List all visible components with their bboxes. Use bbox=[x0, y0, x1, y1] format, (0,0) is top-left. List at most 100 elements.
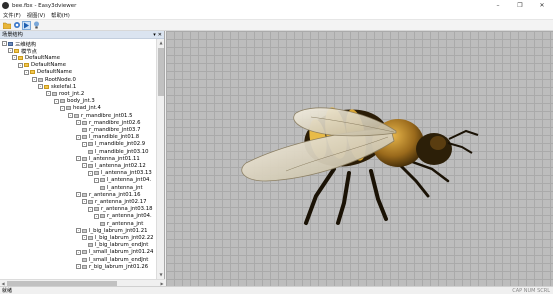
tree-item-label: head_jnt.4 bbox=[73, 105, 101, 112]
tree-item[interactable]: - head_jnt.4 bbox=[60, 105, 101, 112]
tree-item[interactable]: - r_mandibre_jnt01.5 bbox=[68, 112, 132, 119]
tree-item[interactable]: - l_antenna_jnt04. bbox=[94, 177, 151, 184]
node-icon bbox=[88, 142, 93, 147]
tree-item-label: skelefal.1 bbox=[51, 83, 77, 90]
expand-toggle-icon[interactable]: - bbox=[76, 156, 81, 162]
expand-toggle-icon[interactable]: - bbox=[24, 69, 29, 75]
menu-view[interactable]: 视图(V) bbox=[27, 11, 45, 19]
tree-item-label: r_antenna_jnt02.17 bbox=[95, 198, 147, 205]
minimize-button[interactable]: – bbox=[487, 0, 509, 11]
expand-toggle-icon[interactable]: - bbox=[46, 91, 51, 97]
expand-toggle-icon[interactable]: - bbox=[76, 264, 81, 270]
tree-item[interactable]: - root_jnt.2 bbox=[46, 90, 84, 97]
tree-item[interactable]: - 模节点 bbox=[8, 47, 37, 55]
expand-toggle-icon[interactable]: - bbox=[18, 62, 23, 68]
expand-toggle-icon[interactable]: - bbox=[82, 235, 87, 241]
expand-toggle-icon[interactable]: - bbox=[88, 206, 93, 212]
expand-toggle-icon[interactable]: - bbox=[94, 177, 99, 183]
menu-help[interactable]: 帮助(H) bbox=[51, 11, 70, 19]
tree-item-label: root_jnt.2 bbox=[59, 90, 85, 97]
tree-item[interactable]: l_small_labrum_endJnt bbox=[82, 256, 148, 263]
tree-item[interactable]: - skelefal.1 bbox=[38, 83, 76, 90]
tree-item-label: l_mandible_jnt03.10 bbox=[95, 148, 149, 155]
tree-item[interactable]: - RootNode.0 bbox=[32, 76, 76, 83]
node-icon bbox=[100, 221, 105, 226]
tree-item[interactable]: - l_antenna_jnt01.11 bbox=[76, 155, 140, 162]
tree-item[interactable]: l_mandible_jnt03.10 bbox=[88, 148, 149, 155]
tree-horizontal-scrollbar[interactable]: ◀ ▶ bbox=[0, 279, 165, 286]
scroll-down-icon[interactable]: ▼ bbox=[158, 272, 164, 278]
panel-close-icon[interactable]: ✕ bbox=[158, 32, 162, 38]
pin-icon[interactable]: ▾ bbox=[153, 32, 156, 38]
light-button[interactable] bbox=[32, 21, 41, 30]
expand-toggle-icon[interactable]: - bbox=[76, 120, 81, 126]
tree-item[interactable]: - r_antenna_jnt04. bbox=[94, 213, 152, 220]
node-icon bbox=[74, 113, 79, 118]
tree-item[interactable]: - DefaultName bbox=[12, 54, 60, 61]
play-icon bbox=[24, 22, 29, 28]
tree-item[interactable]: r_antenna_jnt bbox=[100, 220, 143, 227]
restore-button[interactable]: ❐ bbox=[509, 0, 531, 11]
tree-item[interactable]: - l_antenna_jnt03.13 bbox=[88, 170, 152, 177]
play-button[interactable] bbox=[22, 20, 31, 30]
open-button[interactable] bbox=[2, 21, 11, 30]
tree-item-label: r_antenna_jnt bbox=[107, 220, 144, 227]
tree-item-label: l_small_labrum_jnt01.24 bbox=[89, 249, 154, 256]
tree-item[interactable]: - l_big_labrum_jnt01.21 bbox=[76, 227, 147, 234]
close-button[interactable]: ✕ bbox=[531, 0, 553, 11]
node-icon bbox=[38, 77, 43, 82]
tree-vertical-scrollbar[interactable]: ▲ ▼ bbox=[156, 39, 164, 279]
tree-item[interactable]: - r_antenna_jnt02.17 bbox=[82, 198, 146, 205]
expand-toggle-icon[interactable]: - bbox=[82, 163, 87, 169]
tree-item-label: r_mandibre_jnt03.7 bbox=[89, 126, 141, 133]
tree-item[interactable]: - l_mandible_jnt01.8 bbox=[76, 134, 139, 141]
tree-item[interactable]: l_big_labrum_endJnt bbox=[88, 242, 148, 249]
expand-toggle-icon[interactable]: - bbox=[76, 249, 81, 255]
tree-item[interactable]: - r_big_labrum_jnt01.26 bbox=[76, 263, 148, 270]
node-icon bbox=[88, 163, 93, 168]
expand-toggle-icon[interactable]: - bbox=[12, 55, 17, 61]
tree-item[interactable]: l_antenna_jnt bbox=[100, 184, 143, 191]
expand-toggle-icon[interactable]: - bbox=[68, 113, 73, 119]
expand-toggle-icon[interactable]: - bbox=[8, 48, 13, 54]
tree-item-label: r_mandibre_jnt01.5 bbox=[81, 112, 133, 119]
tree-item[interactable]: - l_small_labrum_jnt01.24 bbox=[76, 249, 153, 256]
node-icon bbox=[94, 207, 99, 212]
tree-item[interactable]: - l_antenna_jnt02.12 bbox=[82, 162, 146, 169]
tree-item[interactable]: r_mandibre_jnt03.7 bbox=[82, 126, 140, 133]
tree-item[interactable]: - body_jnt.3 bbox=[54, 98, 95, 105]
expand-toggle-icon[interactable]: - bbox=[82, 199, 87, 205]
close-icon: ✕ bbox=[539, 2, 545, 9]
tree-item-label: l_antenna_jnt bbox=[107, 184, 143, 191]
3d-viewport[interactable] bbox=[166, 31, 553, 286]
keyboard-status: CAP NUM SCRL bbox=[512, 288, 550, 294]
expand-toggle-icon[interactable]: - bbox=[60, 105, 65, 111]
tree-item[interactable]: - r_antenna_jnt03.18 bbox=[88, 206, 152, 213]
tree-item[interactable]: - DefaultName bbox=[24, 69, 72, 76]
tree-item[interactable]: - DefaultName bbox=[18, 62, 66, 69]
open-icon bbox=[2, 22, 11, 29]
tree-item[interactable]: - l_mandible_jnt02.9 bbox=[82, 141, 145, 148]
tree-item[interactable]: - r_mandibre_jnt02.6 bbox=[76, 119, 140, 126]
scroll-thumb[interactable] bbox=[158, 48, 164, 96]
expand-toggle-icon[interactable]: - bbox=[2, 41, 7, 47]
scene-tree[interactable]: - 三维结构 - 模节点 - DefaultName - DefaultName - Defaul… bbox=[0, 39, 157, 279]
expand-toggle-icon[interactable]: - bbox=[54, 98, 59, 104]
view-button[interactable] bbox=[12, 21, 21, 30]
expand-toggle-icon[interactable]: - bbox=[32, 77, 37, 83]
tree-item-label: r_antenna_jnt04. bbox=[107, 213, 152, 220]
scroll-up-icon[interactable]: ▲ bbox=[158, 40, 164, 46]
tree-item[interactable]: - r_antenna_jnt01.16 bbox=[76, 191, 140, 198]
expand-toggle-icon[interactable]: - bbox=[94, 213, 99, 219]
expand-toggle-icon[interactable]: - bbox=[88, 170, 93, 176]
folder-icon bbox=[44, 84, 49, 89]
expand-toggle-icon[interactable]: - bbox=[82, 141, 87, 147]
expand-toggle-icon[interactable]: - bbox=[76, 228, 81, 234]
expand-toggle-icon[interactable]: - bbox=[38, 84, 43, 90]
menu-file[interactable]: 文件(F) bbox=[3, 11, 21, 19]
node-icon bbox=[88, 235, 93, 240]
tree-item[interactable]: - l_big_labrum_jnt02.22 bbox=[82, 234, 153, 241]
node-icon bbox=[82, 257, 87, 262]
expand-toggle-icon[interactable]: - bbox=[76, 134, 81, 140]
expand-toggle-icon[interactable]: - bbox=[76, 192, 81, 198]
